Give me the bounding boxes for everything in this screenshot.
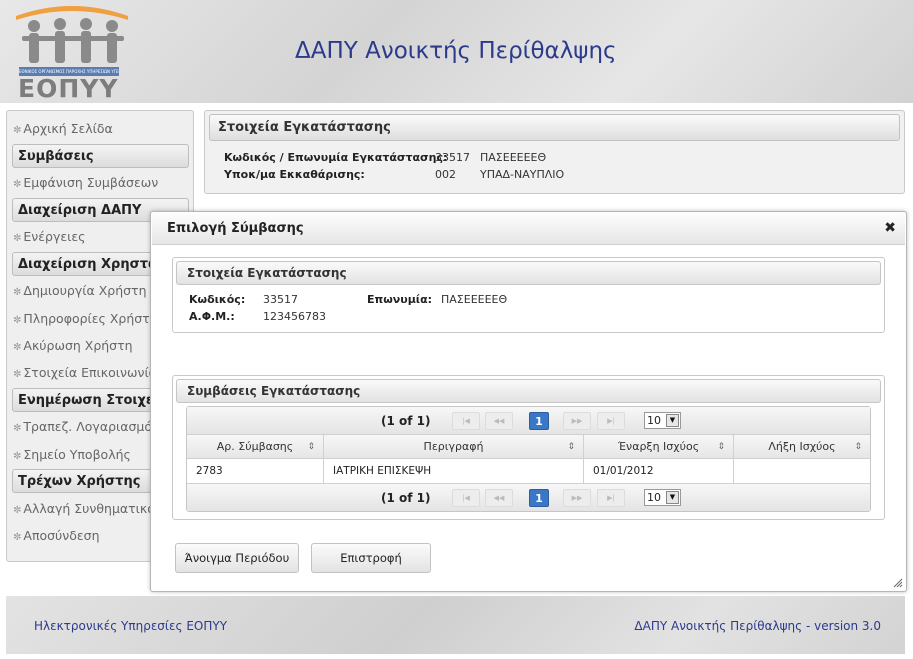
gear-icon: ✼ — [13, 369, 22, 380]
sidebar-item-home[interactable]: ✼ Αρχική Σελίδα — [13, 118, 113, 140]
prev-page-button[interactable]: ◀◀ — [485, 489, 513, 507]
header: ΕΘΝΙΚΟΣ ΟΡΓΑΝΙΣΜΟΣ ΠΑΡΟΧΗΣ ΥΠΗΡΕΣΙΩΝ ΥΓΕ… — [0, 0, 913, 103]
current-page-button[interactable]: 1 — [529, 412, 549, 430]
dialog-contracts-title: Συμβάσεις Εγκατάστασης — [176, 379, 881, 403]
close-icon[interactable]: ✖ — [884, 220, 896, 236]
sidebar-item-show-contracts[interactable]: ✼ Εμφάνιση Συμβάσεων — [13, 172, 158, 194]
current-page-button[interactable]: 1 — [529, 489, 549, 507]
gear-icon: ✼ — [13, 287, 22, 298]
sort-icon: ⇕ — [854, 442, 862, 452]
facility-panel: Στοιχεία Εγκατάστασης Κωδικός / Επωνυμία… — [204, 110, 905, 194]
pager-top: (1 of 1) |◀ ◀◀ 1 ▶▶ ▶| 10 ▼ — [187, 407, 870, 435]
facility-code: 33517 — [435, 151, 470, 164]
sort-icon: ⇕ — [307, 442, 315, 452]
sidebar-item-create-user[interactable]: ✼ Δημιουργία Χρήστη — [13, 280, 147, 302]
dialog-facility-title: Στοιχεία Εγκατάστασης — [176, 261, 881, 285]
gear-icon: ✼ — [13, 423, 22, 434]
dialog-facility-section: Στοιχεία Εγκατάστασης Κωδικός: 33517 Επω… — [172, 257, 885, 333]
column-end-date[interactable]: Λήξη Ισχύος ⇕ — [734, 435, 870, 459]
afm-value: 123456783 — [263, 310, 326, 323]
sidebar-item-bank-account[interactable]: ✼ Τραπεζ. Λογαριασμός — [13, 416, 159, 438]
rows-per-page-select[interactable]: 10 ▼ — [644, 489, 681, 506]
cell-end-date — [734, 459, 870, 483]
sort-icon: ⇕ — [717, 442, 725, 452]
gear-icon: ✼ — [13, 125, 22, 136]
cell-start-date: 01/01/2012 — [584, 459, 734, 483]
afm-label: Α.Φ.Μ.: — [189, 310, 235, 323]
chevron-down-icon: ▼ — [666, 491, 679, 504]
sidebar-item-user-info[interactable]: ✼ Πληροφορίες Χρήστη — [13, 308, 158, 330]
cell-description: ΙΑΤΡΙΚΗ ΕΠΙΣΚΕΨΗ — [324, 459, 584, 483]
sidebar-item-change-password[interactable]: ✼ Αλλαγή Συνθηματικού — [13, 498, 162, 520]
next-page-button[interactable]: ▶▶ — [563, 412, 591, 430]
first-page-button[interactable]: |◀ — [452, 412, 480, 430]
sort-icon: ⇕ — [567, 442, 575, 452]
name-label: Επωνυμία: — [367, 293, 433, 306]
footer-version-text: ΔΑΠΥ Ανοικτής Περίθαλψης - version 3.0 — [634, 619, 881, 633]
rows-per-page-select[interactable]: 10 ▼ — [644, 412, 681, 429]
open-period-button[interactable]: Άνοιγμα Περιόδου — [175, 543, 299, 573]
facility-panel-title: Στοιχεία Εγκατάστασης — [209, 114, 900, 141]
dialog-contracts-section: Συμβάσεις Εγκατάστασης (1 of 1) |◀ ◀◀ 1 … — [172, 375, 885, 520]
footer: Ηλεκτρονικές Υπηρεσίες ΕΟΠΥΥ ΔΑΠΥ Ανοικτ… — [6, 596, 905, 654]
next-page-button[interactable]: ▶▶ — [563, 489, 591, 507]
pager-bottom: (1 of 1) |◀ ◀◀ 1 ▶▶ ▶| 10 ▼ — [187, 483, 870, 511]
clearing-code: 002 — [435, 168, 456, 181]
column-start-date[interactable]: Έναρξη Ισχύος ⇕ — [584, 435, 734, 459]
sidebar-item-actions[interactable]: ✼ Ενέργειες — [13, 226, 85, 248]
back-button[interactable]: Επιστροφή — [311, 543, 431, 573]
chevron-down-icon: ▼ — [666, 414, 679, 427]
gear-icon: ✼ — [13, 315, 22, 326]
facility-label: Κωδικός / Επωνυμία Εγκατάστασης: — [224, 151, 448, 164]
clearing-label: Υποκ/μα Εκκαθάρισης: — [224, 168, 365, 181]
facility-name: ΠΑΣΕΕΕΕΕΘ — [480, 151, 547, 164]
column-description[interactable]: Περιγραφή ⇕ — [324, 435, 584, 459]
page-indicator: (1 of 1) — [381, 414, 431, 428]
gear-icon: ✼ — [13, 451, 22, 462]
column-contract-number[interactable]: Αρ. Σύμβασης ⇕ — [187, 435, 324, 459]
sidebar-header-contracts: Συμβάσεις — [12, 144, 189, 168]
table-row[interactable]: 2783 ΙΑΤΡΙΚΗ ΕΠΙΣΚΕΨΗ 01/01/2012 — [187, 459, 870, 483]
code-label: Κωδικός: — [189, 293, 246, 306]
first-page-button[interactable]: |◀ — [452, 489, 480, 507]
contracts-table: (1 of 1) |◀ ◀◀ 1 ▶▶ ▶| 10 ▼ Αρ. Σύμβασης ⇕… — [186, 406, 871, 512]
gear-icon: ✼ — [13, 532, 22, 543]
sidebar-item-logout[interactable]: ✼ Αποσύνδεση — [13, 525, 100, 547]
gear-icon: ✼ — [13, 342, 22, 353]
gear-icon: ✼ — [13, 233, 22, 244]
name-value: ΠΑΣΕΕΕΕΕΘ — [441, 293, 508, 306]
cell-contract-number: 2783 — [187, 459, 324, 483]
table-header: Αρ. Σύμβασης ⇕ Περιγραφή ⇕ Έναρξη Ισχύος ⇕ … — [187, 435, 870, 459]
gear-icon: ✼ — [13, 179, 22, 190]
clearing-name: ΥΠΑΔ-ΝΑΥΠΛΙΟ — [480, 168, 565, 181]
sidebar-item-contact-info[interactable]: ✼ Στοιχεία Επικοινωνίας — [13, 362, 164, 384]
app-title: ΔΑΠΥ Ανοικτής Περίθαλψης — [295, 38, 617, 64]
prev-page-button[interactable]: ◀◀ — [485, 412, 513, 430]
page-indicator: (1 of 1) — [381, 491, 431, 505]
sidebar-item-cancel-user[interactable]: ✼ Ακύρωση Χρήστη — [13, 335, 133, 357]
sidebar-item-submission-point[interactable]: ✼ Σημείο Υποβολής — [13, 444, 131, 466]
logo-text: ΕΟΠΥΥ — [18, 74, 119, 103]
select-contract-dialog: Επιλογή Σύμβασης ✖ Στοιχεία Εγκατάστασης… — [150, 211, 907, 592]
last-page-button[interactable]: ▶| — [597, 489, 625, 507]
code-value: 33517 — [263, 293, 298, 306]
footer-left-text: Ηλεκτρονικές Υπηρεσίες ΕΟΠΥΥ — [34, 619, 228, 633]
last-page-button[interactable]: ▶| — [597, 412, 625, 430]
gear-icon: ✼ — [13, 505, 22, 516]
dialog-title[interactable]: Επιλογή Σύμβασης — [152, 213, 905, 245]
resize-handle-icon[interactable] — [893, 578, 903, 588]
